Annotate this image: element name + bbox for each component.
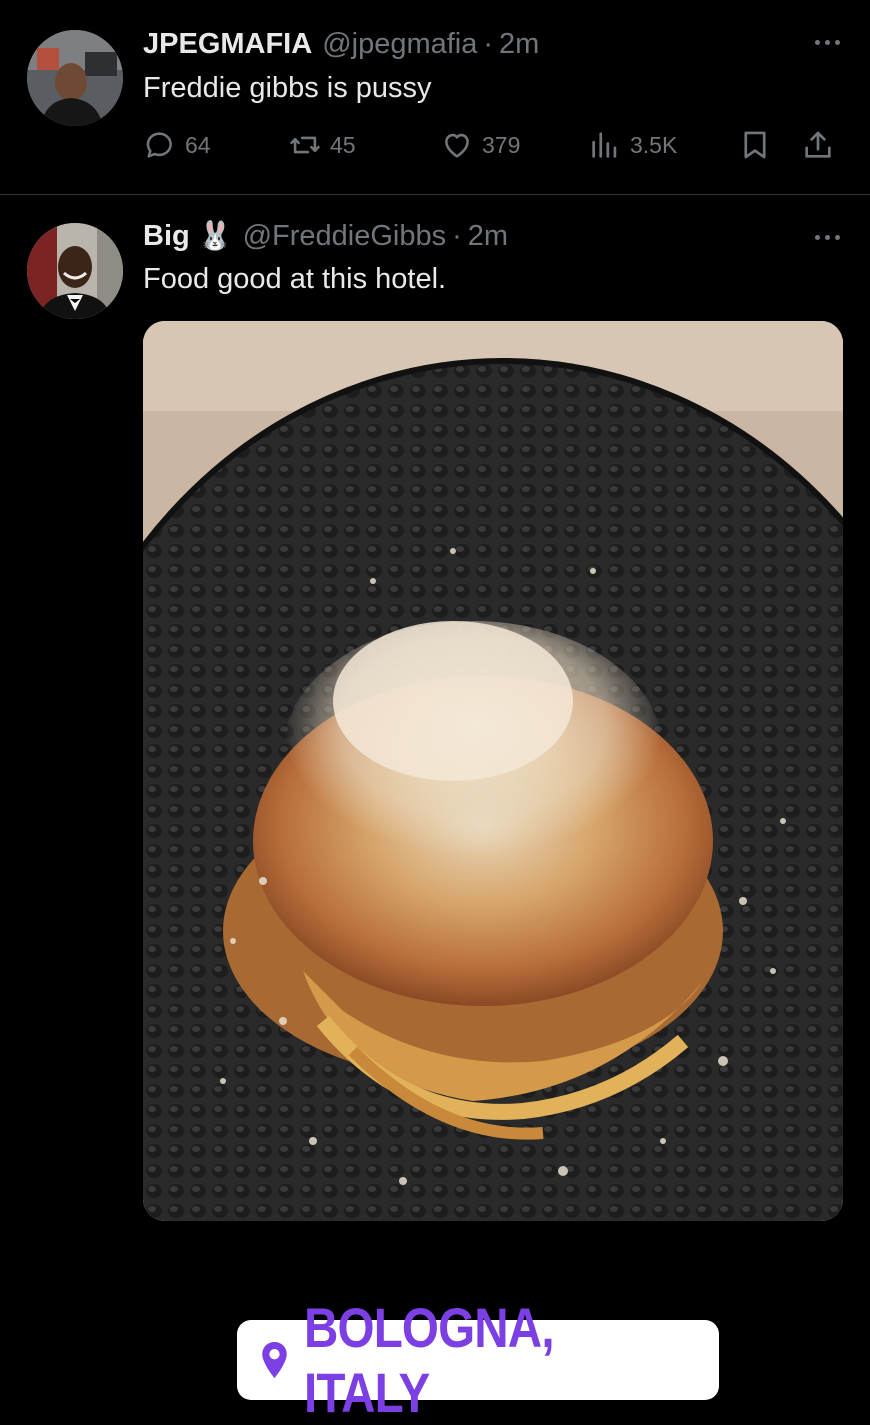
avatar[interactable]: [27, 223, 123, 319]
pasta-photo-icon: [143, 321, 843, 1221]
retweet-button[interactable]: 45: [288, 128, 356, 162]
separator: ·: [483, 28, 494, 60]
reply-icon: [146, 132, 172, 158]
reply-count: 64: [185, 131, 211, 158]
tweet-photo[interactable]: [143, 321, 843, 1221]
tweet-text: Freddie gibbs is pussy: [143, 72, 432, 104]
analytics-icon: [592, 132, 617, 158]
like-count: 379: [482, 131, 521, 158]
handle[interactable]: @jpegmafia: [322, 27, 477, 61]
location-sticker: BOLOGNA, ITALY: [237, 1296, 719, 1424]
retweet-icon: [290, 136, 320, 154]
tweet-jpegmafia[interactable]: JPEGMAFIA @jpegmafia · 2m Freddie gibbs …: [0, 0, 870, 195]
tweet-freddiegibbs[interactable]: Big 🐰 @FreddieGibbs · 2m Food good at th…: [0, 195, 870, 1424]
display-name[interactable]: JPEGMAFIA: [143, 27, 312, 61]
tweet-header: JPEGMAFIA @jpegmafia · 2m: [143, 27, 539, 61]
share-button[interactable]: [801, 128, 835, 162]
timestamp[interactable]: 2m: [499, 27, 539, 61]
reply-button[interactable]: 64: [143, 128, 211, 162]
avatar[interactable]: [27, 30, 123, 126]
more-options-icon[interactable]: [815, 235, 840, 240]
like-button[interactable]: 379: [440, 128, 520, 162]
handle[interactable]: @FreddieGibbs: [243, 219, 447, 253]
tweet-text: Food good at this hotel.: [143, 263, 447, 295]
bookmark-icon: [744, 131, 766, 159]
rabbit-emoji-icon: 🐰: [197, 220, 233, 251]
tweet-header: Big 🐰 @FreddieGibbs · 2m: [143, 219, 508, 253]
location-label: BOLOGNA, ITALY: [303, 1296, 555, 1424]
more-options-icon[interactable]: [815, 40, 840, 45]
retweet-count: 45: [330, 131, 356, 158]
view-count: 3.5K: [630, 131, 678, 158]
action-bar: 64 45 379 3.5K: [143, 128, 843, 168]
location-pin-icon: [262, 1341, 287, 1379]
timestamp[interactable]: 2m: [468, 219, 508, 253]
display-name[interactable]: Big: [143, 219, 190, 253]
bookmark-button[interactable]: [738, 128, 772, 162]
share-icon: [805, 131, 831, 158]
views-button[interactable]: 3.5K: [588, 128, 677, 162]
separator: ·: [452, 220, 462, 252]
heart-icon: [445, 133, 469, 158]
